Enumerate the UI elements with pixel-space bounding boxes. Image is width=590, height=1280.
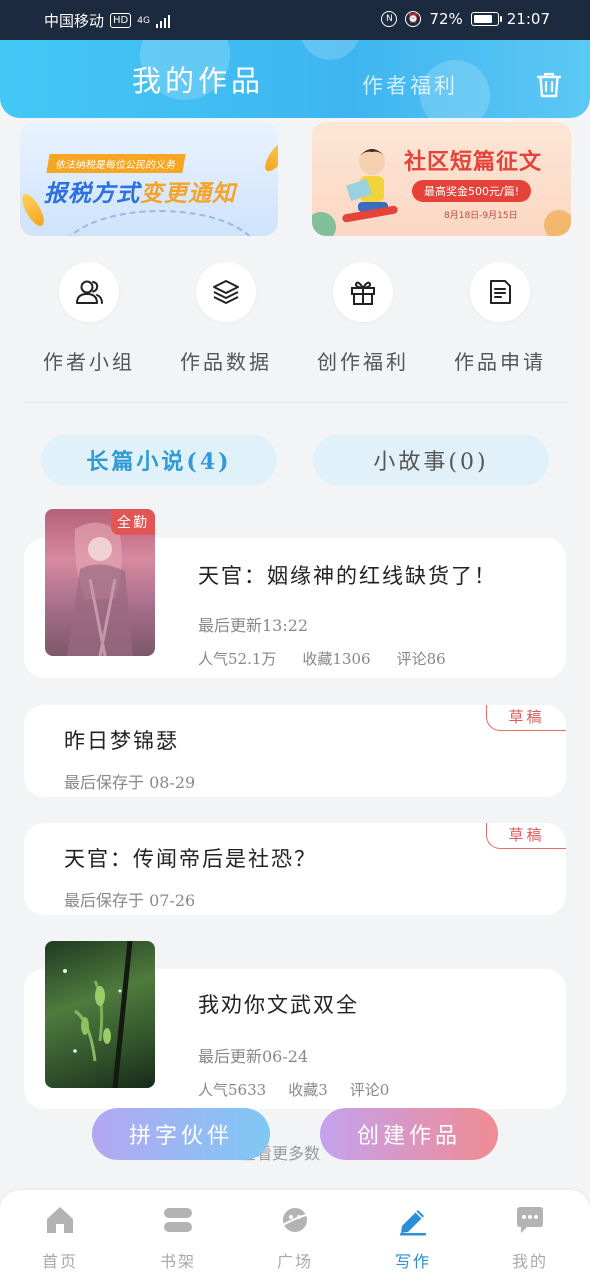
draft-badge: 草稿 (486, 705, 566, 731)
tab-author-benefits[interactable]: 作者福利 (362, 70, 458, 100)
create-work-button[interactable]: 创建作品 (320, 1108, 498, 1160)
work-cover-image[interactable] (45, 941, 155, 1088)
work-saved: 最后保存于 08-29 (64, 773, 196, 792)
nav-label: 广场 (276, 1252, 313, 1271)
draft-badge: 草稿 (486, 823, 566, 849)
top-header: 我的作品 作者福利 (0, 40, 590, 118)
shortcut-label: 作品数据 (180, 350, 272, 374)
tab-short-stories[interactable]: 小故事(0) (313, 434, 549, 486)
tab-long-novels[interactable]: 长篇小说(4) (41, 434, 277, 486)
shortcut-author-group[interactable]: 作者小组 (29, 262, 149, 375)
nav-label: 首页 (41, 1252, 78, 1271)
nav-home[interactable]: 首页 (20, 1204, 100, 1272)
clock: 21:07 (506, 10, 550, 28)
work-card[interactable]: 草稿 天官：传闻帝后是社恐？ 最后保存于 07-26 (24, 823, 566, 915)
nav-square[interactable]: 广场 (255, 1204, 335, 1272)
status-bar: 中国移动 HD 4G N ⏰ 72% 21:07 (0, 0, 590, 40)
work-card[interactable]: 草稿 昨日梦锦瑟 最后保存于 08-29 (24, 705, 566, 797)
divider (24, 402, 568, 403)
work-title: 昨日梦锦瑟 (64, 729, 179, 753)
reading-child-illustration (342, 149, 398, 223)
shortcut-creation-benefits[interactable]: 创作福利 (303, 262, 423, 375)
work-popularity: 人气5633 (198, 1081, 267, 1099)
bottom-nav: 首页 书架 广场 写作 我的 (0, 1190, 590, 1280)
shortcut-label: 作者小组 (43, 350, 135, 374)
nav-write[interactable]: 写作 (373, 1204, 453, 1272)
work-updated: 最后更新13:22 (198, 616, 309, 635)
nav-bookshelf[interactable]: 书架 (138, 1204, 218, 1272)
nav-label: 我的 (511, 1252, 548, 1271)
people-icon (76, 280, 103, 304)
planet-icon (280, 1208, 310, 1232)
nfc-icon: N (381, 11, 398, 27)
work-cover-image[interactable]: 全勤 (45, 509, 155, 656)
typing-partner-button[interactable]: 拼字伙伴 (92, 1108, 270, 1160)
pen-icon (400, 1210, 426, 1236)
banner-tag: 依法纳税是每位公民的义务 (46, 154, 186, 173)
trash-icon[interactable] (532, 68, 566, 102)
work-updated: 最后更新06-24 (198, 1047, 309, 1066)
work-title: 天官：姻缘神的红线缺货了！ (198, 564, 497, 588)
shortcut-label: 作品申请 (454, 350, 546, 374)
carrier-label: 中国移动 (44, 12, 105, 30)
work-favorites: 收藏1306 (302, 650, 371, 668)
shortcut-work-application[interactable]: 作品申请 (440, 262, 560, 375)
full-attendance-badge: 全勤 (111, 509, 155, 535)
work-comments: 评论86 (396, 650, 446, 668)
nav-label: 书架 (159, 1252, 196, 1271)
battery-percent: 72% (429, 10, 463, 28)
signal-icon (155, 14, 170, 28)
chat-icon (517, 1207, 543, 1233)
document-icon (490, 280, 511, 304)
banner-dates: 8月18日-9月15日 (444, 211, 518, 221)
work-saved: 最后保存于 07-26 (64, 891, 196, 910)
banner-title: 社区短篇征文 (404, 150, 543, 175)
home-icon (47, 1207, 73, 1233)
tax-notice-banner[interactable]: 依法纳税是每位公民的义务 报税方式变更通知 (20, 122, 278, 236)
banner-headline: 报税方式变更通知 (44, 181, 236, 207)
essay-contest-banner[interactable]: 社区短篇征文 最高奖金500元/篇! 8月18日-9月15日 (312, 122, 571, 236)
alarm-icon: ⏰ (405, 11, 422, 27)
network-label: 4G (137, 15, 150, 26)
nav-mine[interactable]: 我的 (490, 1204, 570, 1272)
shortcut-work-data[interactable]: 作品数据 (166, 262, 286, 375)
layers-icon (213, 280, 239, 304)
gift-icon (351, 281, 375, 305)
cover-art (63, 941, 133, 1088)
work-comments: 评论0 (349, 1081, 390, 1099)
battery-icon (470, 12, 502, 26)
hd-icon: HD (110, 13, 132, 28)
banner-prize: 最高奖金500元/篇! (412, 180, 532, 202)
work-title: 我劝你文武双全 (198, 993, 359, 1017)
work-popularity: 人气52.1万 (198, 650, 277, 668)
tab-my-works[interactable]: 我的作品 (132, 58, 264, 100)
nav-label: 写作 (394, 1252, 431, 1271)
bookshelf-icon (164, 1208, 192, 1232)
work-title: 天官：传闻帝后是社恐？ (64, 847, 317, 871)
shortcut-label: 创作福利 (317, 350, 409, 374)
work-favorites: 收藏3 (288, 1081, 328, 1099)
